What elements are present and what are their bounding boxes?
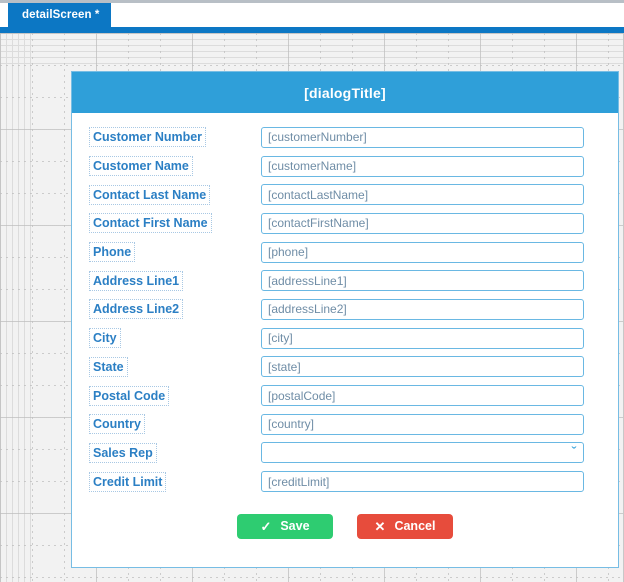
field-label: Address Line1 <box>89 270 184 291</box>
form-row: Phone [phone] <box>72 238 618 267</box>
text-input[interactable]: [addressLine1] <box>261 270 584 292</box>
dialog-title: [dialogTitle] <box>304 84 386 101</box>
field-placeholder: [city] <box>268 331 293 346</box>
text-input[interactable]: [addressLine2] <box>261 298 584 320</box>
form-row: Credit Limit [creditLimit] <box>72 467 618 496</box>
cancel-button-label: Cancel <box>394 519 436 534</box>
field-placeholder: [addressLine2] <box>268 302 347 317</box>
field-placeholder: [contactFirstName] <box>268 216 369 231</box>
save-button-label: Save <box>280 519 310 534</box>
form-row: Customer Name [customerName] <box>72 152 618 181</box>
form-row: City [city] <box>72 324 618 353</box>
cancel-button[interactable]: ✕ Cancel <box>357 513 453 539</box>
field-placeholder: [addressLine1] <box>268 273 347 288</box>
form-row: Postal Code [postalCode] <box>72 381 618 410</box>
detail-dialog: [dialogTitle] Customer Number [customerNu… <box>71 71 619 568</box>
field-placeholder: [country] <box>268 417 315 432</box>
field-label: Postal Code <box>89 385 170 406</box>
field-label: City <box>89 328 121 349</box>
screen-designer: detailScreen * [dialogTitle] Customer Nu… <box>0 0 624 582</box>
field-label: Address Line2 <box>89 299 184 320</box>
text-input[interactable]: [creditLimit] <box>261 471 584 493</box>
text-input[interactable]: [contactFirstName] <box>261 212 584 234</box>
field-label: Credit Limit <box>89 471 167 492</box>
field-label: Contact First Name <box>89 213 212 234</box>
field-label: Sales Rep <box>89 442 157 463</box>
field-label: Phone <box>89 242 136 263</box>
form-field-list: Customer Number [customerNumber] Customer … <box>72 123 618 496</box>
close-icon: ✕ <box>374 518 386 534</box>
text-input[interactable]: [city] <box>261 327 584 349</box>
check-icon: ✓ <box>260 518 272 534</box>
dialog-footer: ✓ Save ✕ Cancel <box>72 513 618 539</box>
field-placeholder: [customerName] <box>268 159 357 174</box>
text-input[interactable]: [customerNumber] <box>261 126 584 148</box>
text-input[interactable]: [phone] <box>261 241 584 263</box>
field-label: Customer Name <box>89 156 193 177</box>
text-input[interactable]: [postalCode] <box>261 385 584 407</box>
save-button[interactable]: ✓ Save <box>237 513 333 539</box>
text-input[interactable]: [customerName] <box>261 155 584 177</box>
field-label: Customer Number <box>89 127 207 148</box>
field-placeholder: [contactLastName] <box>268 187 369 202</box>
chevron-down-icon: ˇ <box>571 446 577 459</box>
text-input[interactable]: [state] <box>261 356 584 378</box>
dialog-body: Customer Number [customerNumber] Customer … <box>72 113 618 539</box>
text-input[interactable]: [contactLastName] <box>261 184 584 206</box>
field-label: Country <box>89 414 145 435</box>
field-placeholder: [state] <box>268 359 301 374</box>
form-row: Contact Last Name [contactLastName] <box>72 180 618 209</box>
form-row: Sales Rep ˇ <box>72 439 618 468</box>
form-row: Address Line2 [addressLine2] <box>72 295 618 324</box>
text-input[interactable]: [country] <box>261 413 584 435</box>
field-placeholder: [customerNumber] <box>268 130 367 145</box>
form-row: State [state] <box>72 353 618 382</box>
form-row: Address Line1 [addressLine1] <box>72 266 618 295</box>
select-input[interactable]: ˇ <box>261 442 584 464</box>
field-label: Contact Last Name <box>89 184 211 205</box>
form-row: Country [country] <box>72 410 618 439</box>
form-row: Customer Number [customerNumber] <box>72 123 618 152</box>
field-label: State <box>89 356 128 377</box>
editor-tabstrip: detailScreen * <box>0 3 624 27</box>
field-placeholder: [postalCode] <box>268 388 336 403</box>
form-row: Contact First Name [contactFirstName] <box>72 209 618 238</box>
tab-detail-screen[interactable]: detailScreen * <box>8 3 112 27</box>
field-placeholder: [creditLimit] <box>268 474 330 489</box>
field-placeholder: [phone] <box>268 245 309 260</box>
dialog-header: [dialogTitle] <box>72 72 618 113</box>
